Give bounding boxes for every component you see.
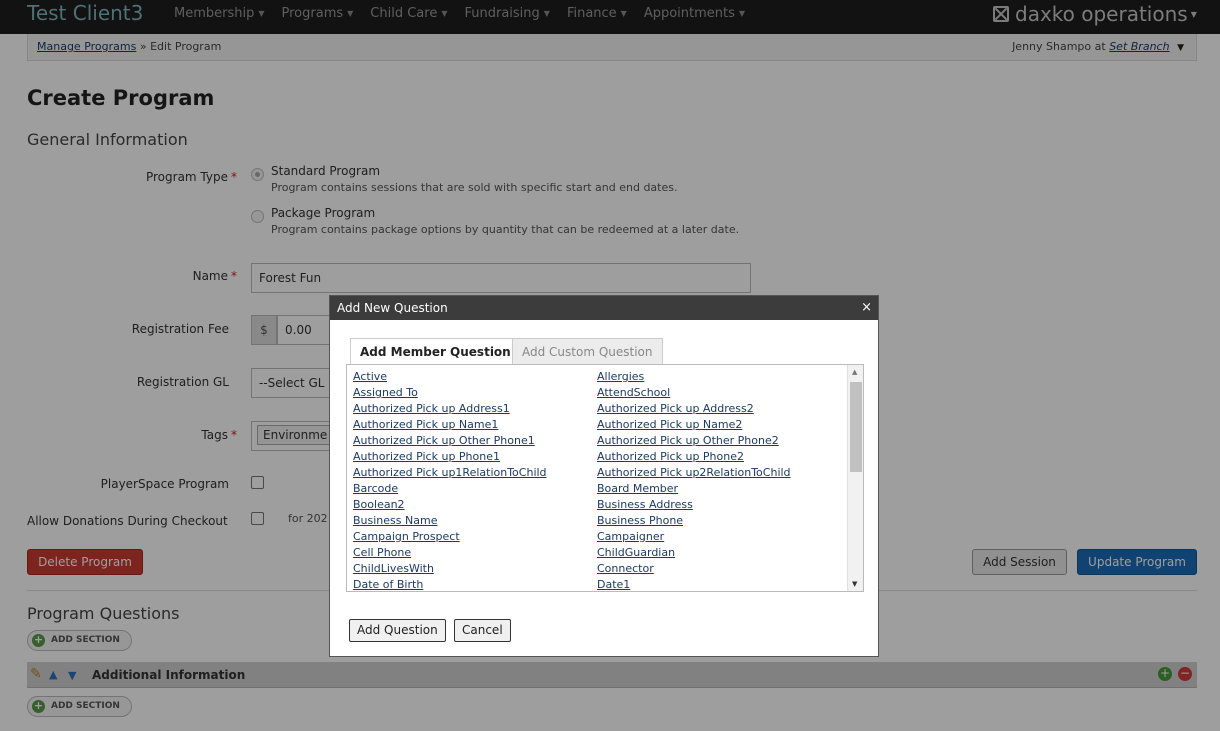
question-column-right: Allergies AttendSchool Authorized Pick up … — [597, 370, 791, 591]
question-link[interactable]: AttendSchool — [597, 386, 791, 402]
question-link[interactable]: Authorized Pick up1RelationToChild — [353, 466, 547, 482]
tab-add-member-question[interactable]: Add Member Question — [350, 338, 521, 365]
question-link[interactable]: Campaigner — [597, 530, 791, 546]
question-link[interactable]: Business Phone — [597, 514, 791, 530]
dialog-title-bar: Add New Question × — [330, 296, 878, 320]
question-link[interactable]: Barcode — [353, 482, 547, 498]
question-link[interactable]: Connector — [597, 562, 791, 578]
scrollbar[interactable]: ▲ ▼ — [847, 365, 863, 591]
question-link[interactable]: Allergies — [597, 370, 791, 386]
tab-add-custom-question[interactable]: Add Custom Question — [512, 338, 663, 364]
question-link[interactable]: Date of Birth — [353, 578, 547, 591]
scroll-down-icon[interactable]: ▼ — [852, 580, 857, 588]
question-link[interactable]: Business Address — [597, 498, 791, 514]
question-link[interactable]: Authorized Pick up Other Phone2 — [597, 434, 791, 450]
question-column-left: Active Assigned To Authorized Pick up Addr… — [353, 370, 547, 591]
question-link[interactable]: Date1 — [597, 578, 791, 591]
add-question-button[interactable]: Add Question — [349, 619, 446, 642]
question-link[interactable]: Assigned To — [353, 386, 547, 402]
question-link[interactable]: Business Name — [353, 514, 547, 530]
question-link[interactable]: Campaign Prospect — [353, 530, 547, 546]
question-link[interactable]: Active — [353, 370, 547, 386]
member-question-list: Active Assigned To Authorized Pick up Addr… — [346, 364, 864, 592]
question-link[interactable]: Authorized Pick up2RelationToChild — [597, 466, 791, 482]
question-link[interactable]: Cell Phone — [353, 546, 547, 562]
cancel-button[interactable]: Cancel — [454, 619, 511, 642]
question-link[interactable]: Authorized Pick up Phone2 — [597, 450, 791, 466]
question-link[interactable]: Authorized Pick up Phone1 — [353, 450, 547, 466]
question-link[interactable]: Authorized Pick up Address2 — [597, 402, 791, 418]
scroll-up-icon[interactable]: ▲ — [852, 368, 857, 376]
question-link[interactable]: Authorized Pick up Other Phone1 — [353, 434, 547, 450]
close-icon[interactable]: × — [861, 300, 872, 315]
question-link[interactable]: ChildGuardian — [597, 546, 791, 562]
question-link[interactable]: Authorized Pick up Address1 — [353, 402, 547, 418]
scrollbar-thumb[interactable] — [850, 382, 862, 472]
question-link[interactable]: ChildLivesWith — [353, 562, 547, 578]
question-link[interactable]: Authorized Pick up Name1 — [353, 418, 547, 434]
question-link[interactable]: Authorized Pick up Name2 — [597, 418, 791, 434]
question-link[interactable]: Board Member — [597, 482, 791, 498]
question-link[interactable]: Boolean2 — [353, 498, 547, 514]
add-new-question-dialog: Add New Question × Add Member Question A… — [329, 295, 879, 657]
dialog-title: Add New Question — [337, 301, 448, 315]
